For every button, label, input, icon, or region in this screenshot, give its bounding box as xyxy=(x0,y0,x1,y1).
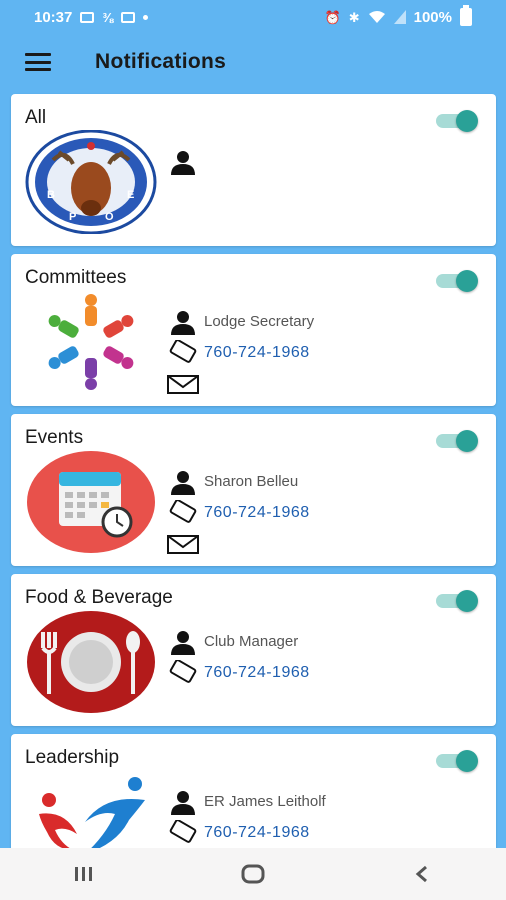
plate-utensils-logo xyxy=(27,611,155,713)
phone-row[interactable]: 760-724-1968 xyxy=(166,817,466,848)
notification-toggle-events[interactable] xyxy=(436,430,478,452)
email-icon[interactable] xyxy=(166,371,200,397)
notification-card-committees: Committees Lodge Secretary 760-724-1968 xyxy=(11,254,496,406)
contact-name: ER James Leitholf xyxy=(204,793,326,810)
notification-toggle-all[interactable] xyxy=(436,110,478,132)
people-circle-logo xyxy=(48,294,134,390)
contact-row: Sharon Belleu xyxy=(166,466,466,497)
status-bar: 10:37 ⅜ ⏰ ✱ 100% xyxy=(0,0,506,34)
status-time: 10:37 xyxy=(34,8,73,26)
notification-toggle-leadership[interactable] xyxy=(436,750,478,772)
card-contact-info: Club Manager 760-724-1968 xyxy=(166,626,466,688)
card-title: Committees xyxy=(25,267,127,288)
notification-toggle-committees[interactable] xyxy=(436,270,478,292)
notification-card-food-beverage: Food & Beverage Club Manager 760-724-196… xyxy=(11,574,496,726)
dot-icon xyxy=(143,14,149,20)
status-bar-right: ⏰ ✱ 100% xyxy=(324,5,472,26)
person-icon xyxy=(171,630,195,655)
email-icon[interactable] xyxy=(166,531,200,557)
phone-number-link[interactable]: 760-724-1968 xyxy=(204,344,310,362)
notification-list: All B P O E Committees Lodge Secretary 7… xyxy=(11,94,496,894)
recents-icon[interactable] xyxy=(54,854,114,894)
battery-percent: 100% xyxy=(413,8,452,26)
system-nav-bar xyxy=(0,848,506,900)
person-icon xyxy=(171,310,195,335)
contact-name: Lodge Secretary xyxy=(204,313,315,330)
page-title: Notifications xyxy=(95,50,227,73)
card-contact-info: Lodge Secretary 760-724-1968 xyxy=(166,306,466,399)
back-icon[interactable] xyxy=(392,854,452,894)
percent-icon: ⅜ xyxy=(102,9,114,25)
svg-text:E: E xyxy=(127,189,134,201)
card-contact-info xyxy=(166,146,466,177)
app-bar: Notifications xyxy=(0,34,506,90)
calendar-clock-logo xyxy=(27,451,155,553)
home-icon[interactable] xyxy=(223,854,283,894)
status-bar-left: 10:37 ⅜ xyxy=(34,8,149,26)
person-icon xyxy=(171,790,195,815)
alarm-icon: ⏰ xyxy=(324,9,341,25)
svg-text:O: O xyxy=(105,211,114,223)
email-row[interactable] xyxy=(166,528,466,559)
person-icon xyxy=(171,150,195,175)
contact-row: Club Manager xyxy=(166,626,466,657)
linkedin-icon xyxy=(121,11,136,23)
contact-row: Lodge Secretary xyxy=(166,306,466,337)
svg-text:B: B xyxy=(47,189,55,201)
notification-toggle-food-beverage[interactable] xyxy=(436,590,478,612)
image-icon xyxy=(80,11,95,23)
card-title: Leadership xyxy=(25,747,120,768)
notification-card-events: Events Sharon Belleu 760-724-1968 xyxy=(11,414,496,566)
phone-icon xyxy=(169,659,197,683)
phone-icon xyxy=(169,499,197,523)
bluetooth-icon: ✱ xyxy=(348,9,360,25)
phone-icon xyxy=(169,819,197,843)
phone-row[interactable]: 760-724-1968 xyxy=(166,657,466,688)
signal-icon xyxy=(393,10,406,24)
card-contact-info: Sharon Belleu 760-724-1968 xyxy=(166,466,466,559)
wifi-icon xyxy=(368,11,385,23)
menu-icon[interactable] xyxy=(25,53,51,71)
svg-text:P: P xyxy=(69,211,76,223)
card-title: Events xyxy=(25,427,84,448)
phone-number-link[interactable]: 760-724-1968 xyxy=(204,504,310,522)
person-icon xyxy=(171,470,195,495)
phone-icon xyxy=(169,339,197,363)
card-title: Food & Beverage xyxy=(25,587,173,608)
phone-number-link[interactable]: 760-724-1968 xyxy=(204,664,310,682)
email-row[interactable] xyxy=(166,368,466,399)
notification-card-all: All B P O E xyxy=(11,94,496,246)
phone-number-link[interactable]: 760-724-1968 xyxy=(204,824,310,842)
contact-name: Sharon Belleu xyxy=(204,473,299,490)
phone-row[interactable]: 760-724-1968 xyxy=(166,497,466,528)
contact-row: ER James Leitholf xyxy=(166,786,466,817)
contact-row xyxy=(166,146,466,177)
bpoe-elk-logo: B P O E xyxy=(25,130,157,234)
battery-icon xyxy=(460,5,472,26)
card-title: All xyxy=(25,107,47,128)
phone-row[interactable]: 760-724-1968 xyxy=(166,337,466,368)
contact-name: Club Manager xyxy=(204,633,299,650)
